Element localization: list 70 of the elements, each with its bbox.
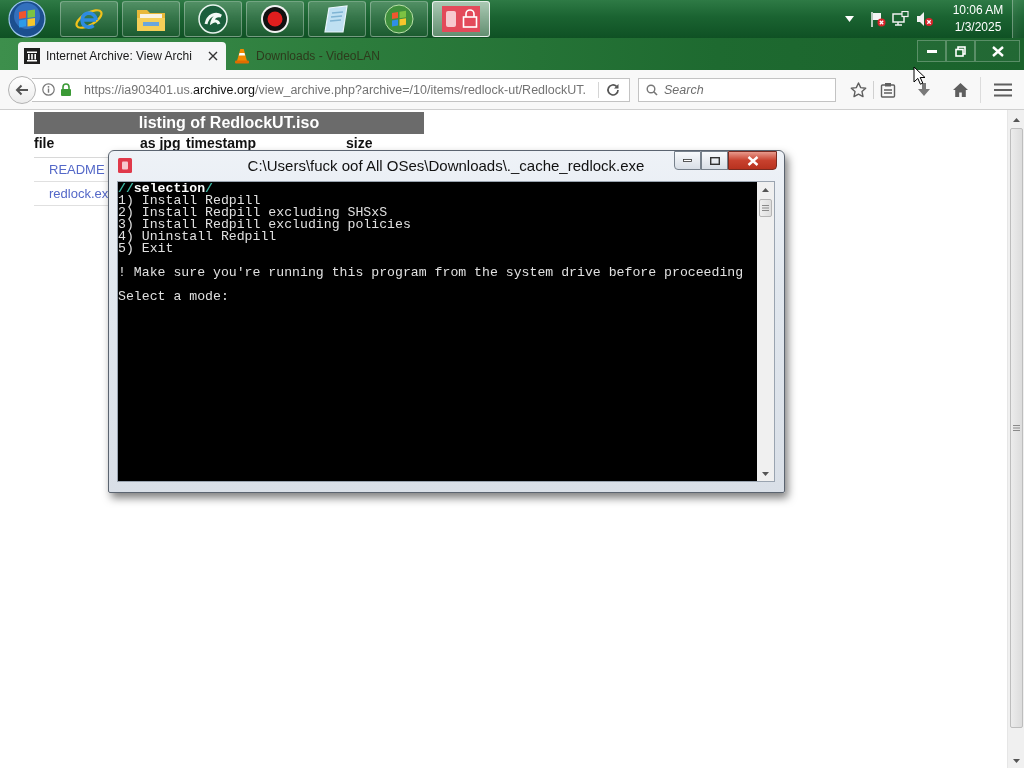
file-link[interactable]: README [34,162,105,177]
console-line: 4) Uninstall Redpill [118,231,277,243]
star-icon [849,81,867,98]
maximize-icon [709,156,720,165]
home-icon [951,81,969,98]
flag-orb-icon [384,4,414,34]
address-bar[interactable]: https://ia903401.us.archive.org/view_archive.php?archive=/10/items/redlock-ut/RedlockUT. [32,77,630,102]
table-title: listing of RedlockUT.iso [34,112,424,134]
restore-button[interactable] [946,40,975,62]
restore-icon [955,45,966,57]
tray-caret-icon[interactable] [845,16,854,22]
grip-icon [762,205,769,211]
search-field[interactable]: Search [638,77,836,102]
taskbar-button[interactable] [184,1,242,37]
scrollbar-thumb[interactable] [759,199,772,217]
lock-tile-icon [441,5,481,33]
menu-icon [994,82,1012,97]
down-arrow-icon [1012,758,1020,763]
close-icon [746,155,759,166]
info-icon[interactable] [42,83,55,96]
network-icon[interactable] [892,11,910,27]
browser-tab[interactable]: Internet Archive: View Archi [18,42,226,70]
maximize-button[interactable] [701,151,728,170]
taskbar-button[interactable] [122,1,180,37]
scrollbar[interactable] [757,182,774,481]
start-orb-icon[interactable] [8,0,46,38]
back-button[interactable] [8,75,36,104]
download-arrow-icon [917,81,931,98]
temple-icon [24,48,40,64]
console-line: 5) Exit [118,243,175,255]
console-line: 1) Install Redpill [118,195,262,207]
record-icon [260,4,290,34]
column-header: size [346,136,373,150]
app-icon [118,158,132,173]
scrollbar-thumb[interactable] [1009,128,1023,728]
minimize-button[interactable] [674,151,701,170]
show-desktop-button[interactable] [1012,0,1024,38]
flag-error-icon[interactable] [870,11,886,27]
console-line: Select a mode: [118,291,230,303]
console-line: 3) Install Redpill excluding policies [118,219,412,231]
console-heading: //selection/ [118,183,213,195]
close-icon[interactable] [208,51,218,61]
column-header: file [34,136,55,150]
taskbar-button[interactable] [308,1,366,37]
volume-muted-icon[interactable] [916,11,934,27]
back-arrow-icon [15,83,29,96]
up-arrow-icon [1012,117,1020,122]
swirl-logo-icon [198,4,228,34]
url-text: https://ia903401.us.archive.org/view_archive.php?archive=/10/items/redlock-ut/RedlockUT. [84,82,586,97]
reload-icon [606,82,620,97]
down-arrow-icon [762,471,769,476]
traffic-cone-icon [234,48,250,64]
search-icon [646,83,658,96]
close-icon [991,45,1004,57]
column-header: timestamp [186,136,257,150]
grip-icon [1012,425,1020,431]
minimize-icon [926,49,937,53]
window-title: C:\Users\fuck oof All OSes\Downloads\._cache_redlock.exe [247,157,645,174]
clipboard-icon [880,81,896,98]
scrollbar[interactable] [1007,110,1024,768]
up-arrow-icon [762,187,769,192]
console-line: 2) Install Redpill excluding SHSxS [118,207,388,219]
close-button[interactable] [728,151,777,170]
clock[interactable]: 10:06 AM 1/3/2025 [946,2,1010,36]
minimize-icon [683,159,692,162]
console-line: ! Make sure you're running this program from the system drive before proceeding [118,267,745,279]
taskbar-button[interactable] [246,1,304,37]
file-link[interactable]: redlock.ex [34,186,109,201]
document-icon [323,4,351,34]
lock-icon[interactable] [60,83,72,96]
